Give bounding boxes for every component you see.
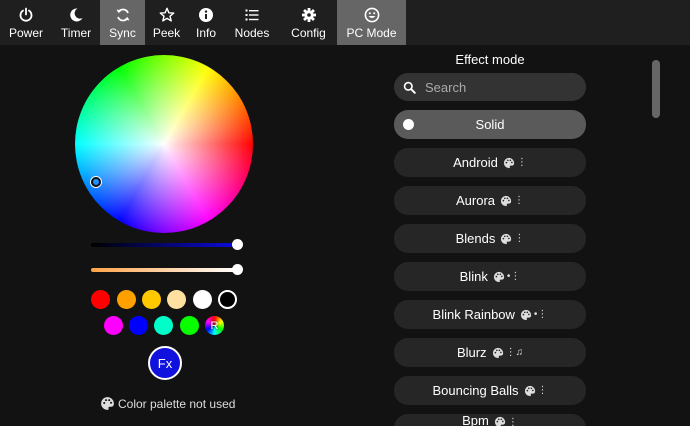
effect-item-label: Bpm xyxy=(462,414,489,426)
effect-item[interactable]: Android ⋮ xyxy=(394,148,586,177)
tab-power-label: Power xyxy=(8,26,43,40)
effect-item[interactable]: Solid xyxy=(394,110,586,139)
palette-icon xyxy=(493,271,507,283)
effect-list: Solid Android ⋮ Aurora ⋮ Blends ⋮ Blink •⋮ Blink … xyxy=(394,110,586,426)
palette-icon xyxy=(492,347,506,359)
swatch-orange[interactable] xyxy=(117,290,136,309)
effect-item-label: Blink xyxy=(459,269,488,284)
palette-icon xyxy=(520,309,534,321)
effect-flags-text: ⋮ xyxy=(514,195,525,206)
effect-flags-text: ⋮ xyxy=(516,157,527,168)
effect-mode-title: Effect mode xyxy=(455,52,525,67)
effect-flags-text: ⋮ xyxy=(514,233,525,244)
brightness-slider[interactable] xyxy=(91,243,237,247)
effect-flags-text: ⋮ xyxy=(537,385,548,396)
palette-icon xyxy=(524,385,538,397)
sync-icon xyxy=(116,8,129,22)
fx-button-label: Fx xyxy=(157,355,173,371)
tab-pc-mode-label: PC Mode xyxy=(346,26,397,40)
tab-config[interactable]: Config xyxy=(280,0,337,45)
tab-sync[interactable]: Sync xyxy=(100,0,145,45)
effect-item-label: Solid xyxy=(475,117,505,132)
effect-search[interactable] xyxy=(394,73,586,101)
swatch-white[interactable] xyxy=(193,290,212,309)
tab-nodes[interactable]: Nodes xyxy=(224,0,280,45)
effect-flags: •⋮ xyxy=(520,309,548,321)
search-icon xyxy=(403,81,416,94)
tab-timer[interactable]: Timer xyxy=(52,0,100,45)
star-icon xyxy=(159,7,174,22)
tab-peek[interactable]: Peek xyxy=(145,0,188,45)
swatch-blue[interactable] xyxy=(129,316,148,335)
swatch-cyan[interactable] xyxy=(154,316,173,335)
effect-item[interactable]: Blurz ⋮♫ xyxy=(394,338,586,367)
swatch-random-label: R xyxy=(210,319,219,332)
app-root: Power Timer Sync Peek Info Nodes Config xyxy=(0,0,690,426)
palette-icon xyxy=(503,157,517,169)
white-temperature-slider-thumb[interactable] xyxy=(231,264,243,275)
swatch-warm-white[interactable] xyxy=(167,290,186,309)
effect-list-scrollbar[interactable] xyxy=(652,60,660,118)
effect-flags: ⋮ xyxy=(494,416,518,426)
effect-item-label: Blends xyxy=(455,231,496,246)
tab-nodes-label: Nodes xyxy=(234,26,270,40)
palette-icon xyxy=(500,195,514,207)
moon-icon xyxy=(70,8,83,22)
tab-config-label: Config xyxy=(291,26,326,40)
smiley-icon xyxy=(364,7,379,23)
swatch-random[interactable]: R xyxy=(205,316,224,335)
tab-timer-label: Timer xyxy=(60,26,92,40)
fx-button[interactable]: Fx xyxy=(148,346,182,380)
color-wheel[interactable] xyxy=(75,55,253,233)
list-icon xyxy=(245,9,259,21)
brightness-slider-thumb[interactable] xyxy=(231,239,243,250)
swatch-yellow[interactable] xyxy=(142,290,161,309)
effect-flags: ⋮ xyxy=(500,233,524,245)
effect-flags: ⋮ xyxy=(503,157,527,169)
effect-item[interactable]: Blink •⋮ xyxy=(394,262,586,291)
tab-sync-label: Sync xyxy=(109,26,136,40)
effect-item-label: Bouncing Balls xyxy=(432,383,519,398)
info-icon xyxy=(199,8,213,22)
palette-icon xyxy=(101,397,114,410)
effect-flags: ⋮ xyxy=(500,195,524,207)
effect-item[interactable]: Blink Rainbow •⋮ xyxy=(394,300,586,329)
effect-item[interactable]: Bouncing Balls ⋮ xyxy=(394,376,586,405)
palette-icon xyxy=(494,416,508,426)
effect-flags: ⋮ xyxy=(524,385,548,397)
tab-info[interactable]: Info xyxy=(188,0,224,45)
effect-flags-text: ⋮ xyxy=(507,416,518,426)
gear-icon xyxy=(301,8,316,22)
effect-item-label: Blurz xyxy=(456,345,487,360)
swatch-red[interactable] xyxy=(91,290,110,309)
palette-note-text: Color palette not used xyxy=(118,396,236,411)
palette-note: Color palette not used xyxy=(100,396,235,411)
swatch-black[interactable] xyxy=(218,290,237,309)
tab-info-label: Info xyxy=(196,26,217,40)
effect-item-label: Aurora xyxy=(455,193,496,208)
selected-radio-icon xyxy=(403,119,414,130)
swatch-magenta[interactable] xyxy=(104,316,123,335)
swatch-green[interactable] xyxy=(180,316,199,335)
effect-item[interactable]: Blends ⋮ xyxy=(394,224,586,253)
effect-flags-text: ⋮♫ xyxy=(505,347,524,358)
tab-pc-mode[interactable]: PC Mode xyxy=(337,0,406,45)
effect-flags-text: •⋮ xyxy=(506,271,521,282)
effect-flags-text: •⋮ xyxy=(533,309,548,320)
effect-search-input[interactable] xyxy=(425,79,565,95)
tab-peek-label: Peek xyxy=(152,26,181,40)
effect-item-label: Android xyxy=(453,155,498,170)
palette-icon xyxy=(500,233,514,245)
color-wheel-handle[interactable] xyxy=(91,177,101,187)
tab-power[interactable]: Power xyxy=(0,0,52,45)
power-icon xyxy=(19,7,33,22)
effect-flags: ⋮♫ xyxy=(492,347,524,359)
white-temperature-slider[interactable] xyxy=(91,268,237,272)
effect-item[interactable]: Aurora ⋮ xyxy=(394,186,586,215)
effect-item[interactable]: Bpm ⋮ xyxy=(394,414,586,426)
top-nav: Power Timer Sync Peek Info Nodes Config xyxy=(0,0,690,45)
effect-flags: •⋮ xyxy=(493,271,521,283)
effect-item-label: Blink Rainbow xyxy=(432,307,515,322)
